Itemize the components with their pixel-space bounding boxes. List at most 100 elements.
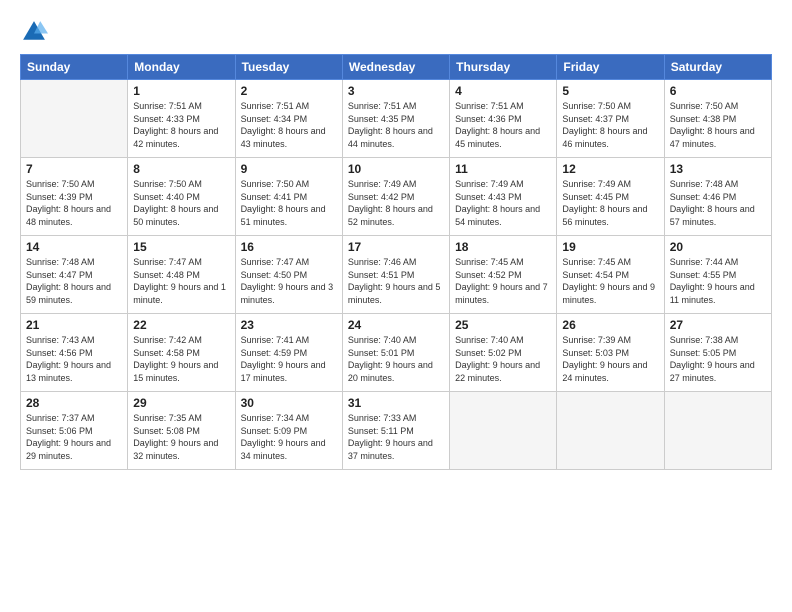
day-info: Sunrise: 7:49 AMSunset: 4:42 PMDaylight:… — [348, 178, 444, 228]
day-number: 15 — [133, 240, 229, 254]
day-number: 1 — [133, 84, 229, 98]
day-cell: 18 Sunrise: 7:45 AMSunset: 4:52 PMDayligh… — [450, 236, 557, 314]
col-header-tuesday: Tuesday — [235, 55, 342, 80]
day-cell: 5 Sunrise: 7:50 AMSunset: 4:37 PMDaylight… — [557, 80, 664, 158]
day-info: Sunrise: 7:51 AMSunset: 4:35 PMDaylight:… — [348, 100, 444, 150]
week-row-3: 14 Sunrise: 7:48 AMSunset: 4:47 PMDayligh… — [21, 236, 772, 314]
day-number: 27 — [670, 318, 766, 332]
day-cell: 25 Sunrise: 7:40 AMSunset: 5:02 PMDayligh… — [450, 314, 557, 392]
logo — [20, 18, 52, 46]
day-cell: 3 Sunrise: 7:51 AMSunset: 4:35 PMDaylight… — [342, 80, 449, 158]
calendar-page: SundayMondayTuesdayWednesdayThursdayFrid… — [0, 0, 792, 612]
day-info: Sunrise: 7:45 AMSunset: 4:52 PMDaylight:… — [455, 256, 551, 306]
day-info: Sunrise: 7:50 AMSunset: 4:39 PMDaylight:… — [26, 178, 122, 228]
day-info: Sunrise: 7:35 AMSunset: 5:08 PMDaylight:… — [133, 412, 229, 462]
day-info: Sunrise: 7:50 AMSunset: 4:38 PMDaylight:… — [670, 100, 766, 150]
day-info: Sunrise: 7:41 AMSunset: 4:59 PMDaylight:… — [241, 334, 337, 384]
day-info: Sunrise: 7:40 AMSunset: 5:01 PMDaylight:… — [348, 334, 444, 384]
day-number: 24 — [348, 318, 444, 332]
day-cell: 31 Sunrise: 7:33 AMSunset: 5:11 PMDayligh… — [342, 392, 449, 470]
day-number: 9 — [241, 162, 337, 176]
day-number: 26 — [562, 318, 658, 332]
day-cell: 14 Sunrise: 7:48 AMSunset: 4:47 PMDayligh… — [21, 236, 128, 314]
col-header-thursday: Thursday — [450, 55, 557, 80]
day-number: 14 — [26, 240, 122, 254]
day-number: 13 — [670, 162, 766, 176]
day-number: 11 — [455, 162, 551, 176]
day-cell: 26 Sunrise: 7:39 AMSunset: 5:03 PMDayligh… — [557, 314, 664, 392]
day-cell: 1 Sunrise: 7:51 AMSunset: 4:33 PMDaylight… — [128, 80, 235, 158]
day-info: Sunrise: 7:51 AMSunset: 4:36 PMDaylight:… — [455, 100, 551, 150]
day-cell: 30 Sunrise: 7:34 AMSunset: 5:09 PMDayligh… — [235, 392, 342, 470]
day-info: Sunrise: 7:51 AMSunset: 4:33 PMDaylight:… — [133, 100, 229, 150]
day-number: 22 — [133, 318, 229, 332]
day-cell — [664, 392, 771, 470]
day-cell: 21 Sunrise: 7:43 AMSunset: 4:56 PMDayligh… — [21, 314, 128, 392]
day-info: Sunrise: 7:47 AMSunset: 4:50 PMDaylight:… — [241, 256, 337, 306]
day-number: 21 — [26, 318, 122, 332]
day-info: Sunrise: 7:42 AMSunset: 4:58 PMDaylight:… — [133, 334, 229, 384]
day-info: Sunrise: 7:40 AMSunset: 5:02 PMDaylight:… — [455, 334, 551, 384]
day-info: Sunrise: 7:45 AMSunset: 4:54 PMDaylight:… — [562, 256, 658, 306]
day-cell: 6Sunrise: 7:50 AMSunset: 4:38 PMDaylight… — [664, 80, 771, 158]
day-cell: 4 Sunrise: 7:51 AMSunset: 4:36 PMDaylight… — [450, 80, 557, 158]
day-info: Sunrise: 7:37 AMSunset: 5:06 PMDaylight:… — [26, 412, 122, 462]
day-number: 18 — [455, 240, 551, 254]
day-cell — [21, 80, 128, 158]
header-row: SundayMondayTuesdayWednesdayThursdayFrid… — [21, 55, 772, 80]
day-info: Sunrise: 7:49 AMSunset: 4:43 PMDaylight:… — [455, 178, 551, 228]
col-header-wednesday: Wednesday — [342, 55, 449, 80]
day-info: Sunrise: 7:48 AMSunset: 4:47 PMDaylight:… — [26, 256, 122, 306]
day-cell: 20Sunrise: 7:44 AMSunset: 4:55 PMDayligh… — [664, 236, 771, 314]
header — [20, 18, 772, 46]
day-info: Sunrise: 7:39 AMSunset: 5:03 PMDaylight:… — [562, 334, 658, 384]
day-number: 25 — [455, 318, 551, 332]
day-number: 20 — [670, 240, 766, 254]
day-cell — [450, 392, 557, 470]
day-cell: 13 Sunrise: 7:48 AMSunset: 4:46 PMDayligh… — [664, 158, 771, 236]
day-cell — [557, 392, 664, 470]
day-info: Sunrise: 7:46 AMSunset: 4:51 PMDaylight:… — [348, 256, 444, 306]
day-number: 7 — [26, 162, 122, 176]
day-number: 8 — [133, 162, 229, 176]
day-cell: 16 Sunrise: 7:47 AMSunset: 4:50 PMDayligh… — [235, 236, 342, 314]
day-info: Sunrise: 7:49 AMSunset: 4:45 PMDaylight:… — [562, 178, 658, 228]
day-info: Sunrise: 7:50 AMSunset: 4:41 PMDaylight:… — [241, 178, 337, 228]
col-header-friday: Friday — [557, 55, 664, 80]
col-header-saturday: Saturday — [664, 55, 771, 80]
day-info: Sunrise: 7:51 AMSunset: 4:34 PMDaylight:… — [241, 100, 337, 150]
day-cell: 15Sunrise: 7:47 AMSunset: 4:48 PMDayligh… — [128, 236, 235, 314]
day-number: 29 — [133, 396, 229, 410]
day-number: 28 — [26, 396, 122, 410]
day-cell: 28 Sunrise: 7:37 AMSunset: 5:06 PMDayligh… — [21, 392, 128, 470]
day-number: 10 — [348, 162, 444, 176]
col-header-monday: Monday — [128, 55, 235, 80]
week-row-4: 21 Sunrise: 7:43 AMSunset: 4:56 PMDayligh… — [21, 314, 772, 392]
day-number: 5 — [562, 84, 658, 98]
day-number: 23 — [241, 318, 337, 332]
day-number: 30 — [241, 396, 337, 410]
day-info: Sunrise: 7:48 AMSunset: 4:46 PMDaylight:… — [670, 178, 766, 228]
week-row-5: 28 Sunrise: 7:37 AMSunset: 5:06 PMDayligh… — [21, 392, 772, 470]
day-cell: 2 Sunrise: 7:51 AMSunset: 4:34 PMDaylight… — [235, 80, 342, 158]
day-cell: 12 Sunrise: 7:49 AMSunset: 4:45 PMDayligh… — [557, 158, 664, 236]
day-number: 16 — [241, 240, 337, 254]
day-info: Sunrise: 7:50 AMSunset: 4:37 PMDaylight:… — [562, 100, 658, 150]
day-info: Sunrise: 7:34 AMSunset: 5:09 PMDaylight:… — [241, 412, 337, 462]
calendar-table: SundayMondayTuesdayWednesdayThursdayFrid… — [20, 54, 772, 470]
day-number: 3 — [348, 84, 444, 98]
day-cell: 19Sunrise: 7:45 AMSunset: 4:54 PMDayligh… — [557, 236, 664, 314]
day-cell: 7 Sunrise: 7:50 AMSunset: 4:39 PMDaylight… — [21, 158, 128, 236]
day-number: 31 — [348, 396, 444, 410]
col-header-sunday: Sunday — [21, 55, 128, 80]
day-info: Sunrise: 7:43 AMSunset: 4:56 PMDaylight:… — [26, 334, 122, 384]
day-cell: 29 Sunrise: 7:35 AMSunset: 5:08 PMDayligh… — [128, 392, 235, 470]
day-info: Sunrise: 7:33 AMSunset: 5:11 PMDaylight:… — [348, 412, 444, 462]
day-cell: 10 Sunrise: 7:49 AMSunset: 4:42 PMDayligh… — [342, 158, 449, 236]
day-info: Sunrise: 7:38 AMSunset: 5:05 PMDaylight:… — [670, 334, 766, 384]
logo-icon — [20, 18, 48, 46]
day-number: 4 — [455, 84, 551, 98]
day-number: 2 — [241, 84, 337, 98]
day-number: 12 — [562, 162, 658, 176]
day-number: 17 — [348, 240, 444, 254]
